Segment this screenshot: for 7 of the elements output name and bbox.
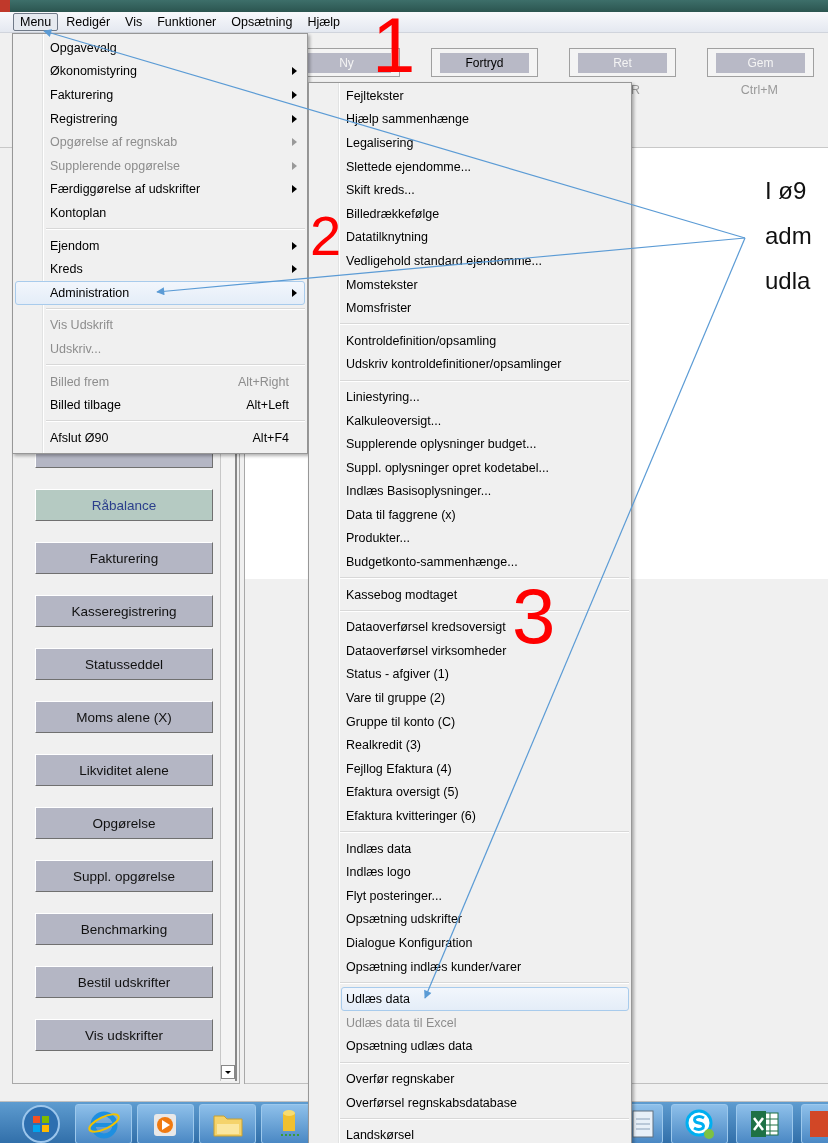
annotation-number: 3 <box>512 585 556 648</box>
document-text: udla <box>765 266 812 296</box>
document-text: adm <box>765 221 813 251</box>
document-text: I ø9 <box>765 176 808 206</box>
shortcut-label: Ctrl+M <box>740 83 778 97</box>
shortcut-label: R <box>630 83 640 97</box>
annotation-number: 2 <box>310 214 342 259</box>
